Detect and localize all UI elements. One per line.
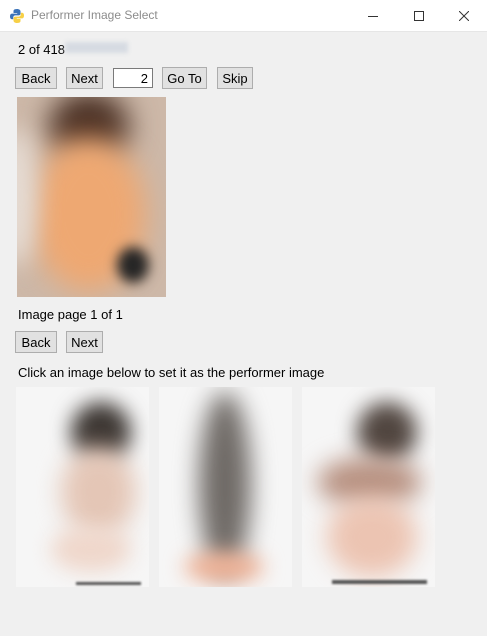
- minimize-button[interactable]: [350, 0, 396, 31]
- redacted-performer-name: [65, 42, 128, 53]
- candidate-image-2[interactable]: [159, 387, 292, 587]
- minimize-icon: [368, 15, 378, 17]
- candidate-image-1[interactable]: [16, 387, 149, 587]
- performer-counter: 2 of 418: [18, 42, 65, 57]
- goto-index-input[interactable]: [113, 68, 153, 88]
- next-button[interactable]: Next: [66, 67, 103, 89]
- python-app-icon: [10, 9, 24, 23]
- back-button[interactable]: Back: [15, 67, 57, 89]
- instruction-text: Click an image below to set it as the pe…: [18, 365, 325, 380]
- close-icon: [459, 10, 469, 21]
- image-page-next-button[interactable]: Next: [66, 331, 103, 353]
- window-title: Performer Image Select: [31, 8, 158, 22]
- skip-button[interactable]: Skip: [217, 67, 253, 89]
- maximize-button[interactable]: [396, 0, 442, 31]
- title-bar: Performer Image Select: [0, 0, 487, 32]
- maximize-icon: [414, 10, 424, 21]
- image-page-label: Image page 1 of 1: [18, 307, 123, 322]
- close-button[interactable]: [441, 0, 487, 31]
- current-performer-image: [17, 97, 166, 297]
- image-page-back-button[interactable]: Back: [15, 331, 57, 353]
- candidate-image-3[interactable]: [302, 387, 435, 587]
- goto-button[interactable]: Go To: [162, 67, 207, 89]
